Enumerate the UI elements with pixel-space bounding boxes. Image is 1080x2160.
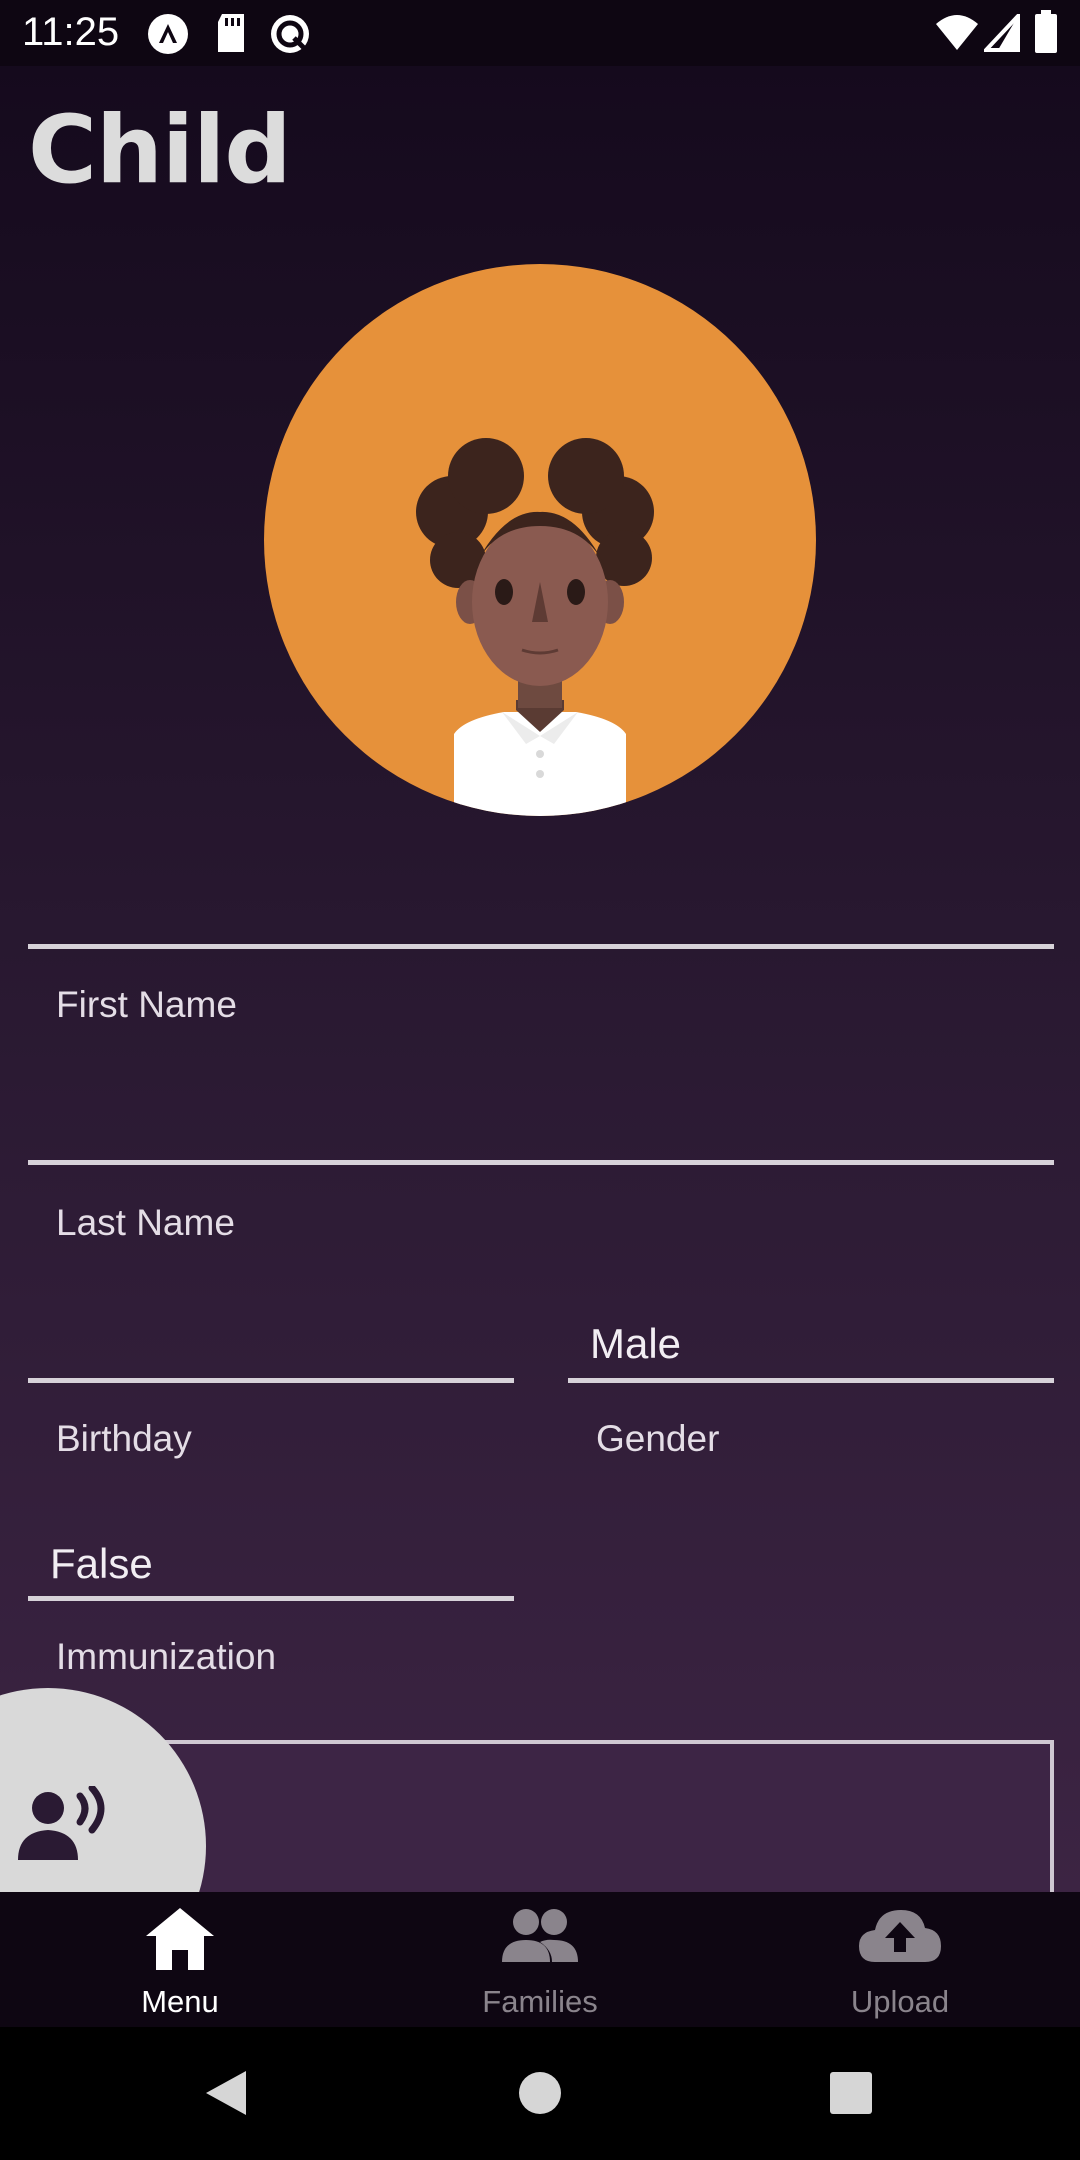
battery-icon bbox=[1034, 10, 1058, 59]
nav-label-menu: Menu bbox=[141, 1984, 219, 2019]
system-navigation-bar bbox=[0, 2027, 1080, 2160]
nav-label-upload: Upload bbox=[850, 1984, 950, 2019]
voice-speaker-icon bbox=[18, 1786, 105, 1860]
last-name-field[interactable] bbox=[28, 1160, 1054, 1165]
people-icon bbox=[502, 1909, 578, 1962]
bottom-nav: Menu Families Upload bbox=[0, 1892, 1080, 2027]
home-circle-icon[interactable] bbox=[518, 2071, 562, 2115]
child-avatar-illustration bbox=[416, 438, 654, 816]
recents-icon[interactable] bbox=[830, 2072, 872, 2114]
nav-item-families[interactable]: Families bbox=[360, 1892, 720, 2027]
first-name-field[interactable] bbox=[28, 944, 1054, 949]
nav-item-upload[interactable]: Upload bbox=[720, 1892, 1080, 2027]
avatar[interactable] bbox=[264, 264, 816, 816]
app-notification-icon bbox=[146, 12, 190, 61]
voice-assist-button[interactable] bbox=[0, 1688, 206, 1892]
gender-select[interactable]: Male bbox=[590, 1320, 681, 1368]
status-bar: 11:25 bbox=[0, 0, 1080, 66]
first-name-label: First Name bbox=[56, 984, 237, 1025]
birthday-label: Birthday bbox=[56, 1418, 192, 1459]
child-form-screen[interactable]: Child First Name Last Name Birthday Male… bbox=[0, 66, 1080, 1892]
nav-label-families: Families bbox=[482, 1984, 598, 2019]
page-title: Child bbox=[28, 96, 292, 205]
back-icon[interactable] bbox=[204, 2069, 248, 2117]
gender-label: Gender bbox=[596, 1418, 720, 1459]
wifi-icon bbox=[934, 14, 980, 57]
sd-card-icon bbox=[214, 12, 248, 59]
last-name-label: Last Name bbox=[56, 1202, 235, 1243]
gender-field[interactable] bbox=[568, 1378, 1054, 1383]
immunization-select[interactable]: False bbox=[50, 1540, 153, 1588]
immunization-label: Immunization bbox=[56, 1636, 277, 1677]
immunization-field[interactable] bbox=[28, 1596, 514, 1601]
status-time: 11:25 bbox=[22, 10, 120, 54]
birthday-field[interactable] bbox=[28, 1378, 514, 1383]
nav-item-menu[interactable]: Menu bbox=[0, 1892, 360, 2027]
sync-icon bbox=[268, 12, 312, 61]
cell-signal-icon bbox=[981, 10, 1020, 57]
cloud-upload-icon bbox=[859, 1910, 941, 1962]
home-icon bbox=[146, 1908, 214, 1970]
